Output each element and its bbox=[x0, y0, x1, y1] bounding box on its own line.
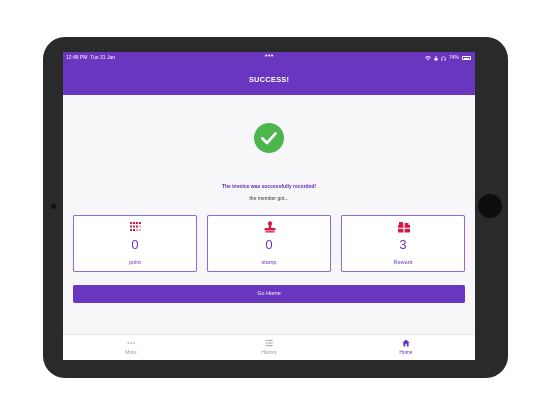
tab-more[interactable]: More bbox=[101, 339, 161, 356]
lock-rotation-icon bbox=[434, 55, 438, 60]
app-screen: 12:48 PM Tue 31 Jan ••• 74% SUCCESS! The… bbox=[63, 52, 475, 360]
go-home-button[interactable]: Go Home bbox=[73, 285, 465, 303]
points-card: 0 point bbox=[73, 215, 197, 272]
battery-percent: 74% bbox=[448, 55, 459, 61]
page-title: SUCCESS! bbox=[248, 75, 290, 84]
list-icon bbox=[265, 339, 273, 347]
rewards-label: Reward bbox=[393, 260, 413, 266]
points-value: 0 bbox=[131, 237, 139, 252]
stamps-card: 0 stamp bbox=[207, 215, 331, 272]
dots-grid-icon bbox=[130, 222, 141, 231]
multitask-dots[interactable]: ••• bbox=[265, 53, 274, 60]
success-message: The invoice was successfully recorded! bbox=[221, 184, 317, 190]
stamps-label: stamp bbox=[261, 260, 277, 266]
header: 12:48 PM Tue 31 Jan ••• 74% SUCCESS! bbox=[63, 52, 475, 95]
status-indicators: 74% bbox=[425, 55, 471, 61]
success-check-icon bbox=[254, 123, 284, 153]
member-got-message: the member got... bbox=[249, 196, 289, 202]
tab-history[interactable]: History bbox=[239, 339, 299, 356]
rewards-card: 3 Reward bbox=[341, 215, 465, 272]
tab-home[interactable]: Home bbox=[376, 339, 436, 356]
gift-icon bbox=[398, 222, 410, 233]
status-bar: 12:48 PM Tue 31 Jan ••• 74% bbox=[63, 52, 475, 64]
device-home-button[interactable] bbox=[478, 194, 502, 218]
tab-home-label: Home bbox=[399, 350, 413, 356]
camera-dot bbox=[51, 204, 56, 209]
home-icon bbox=[402, 339, 410, 347]
status-time: 12:48 PM Tue 31 Jan bbox=[66, 55, 116, 61]
stamps-value: 0 bbox=[265, 237, 273, 252]
headphones-icon bbox=[441, 56, 446, 60]
bottom-tab-bar: More History Home bbox=[63, 334, 475, 360]
battery-icon bbox=[462, 56, 471, 60]
more-dots-icon bbox=[127, 342, 135, 344]
stamp-icon bbox=[264, 221, 276, 233]
tab-more-label: More bbox=[125, 350, 137, 356]
battery-level bbox=[463, 57, 469, 59]
points-label: point bbox=[129, 260, 141, 266]
tab-history-label: History bbox=[261, 350, 277, 356]
rewards-value: 3 bbox=[399, 237, 407, 252]
wifi-icon bbox=[425, 55, 431, 60]
